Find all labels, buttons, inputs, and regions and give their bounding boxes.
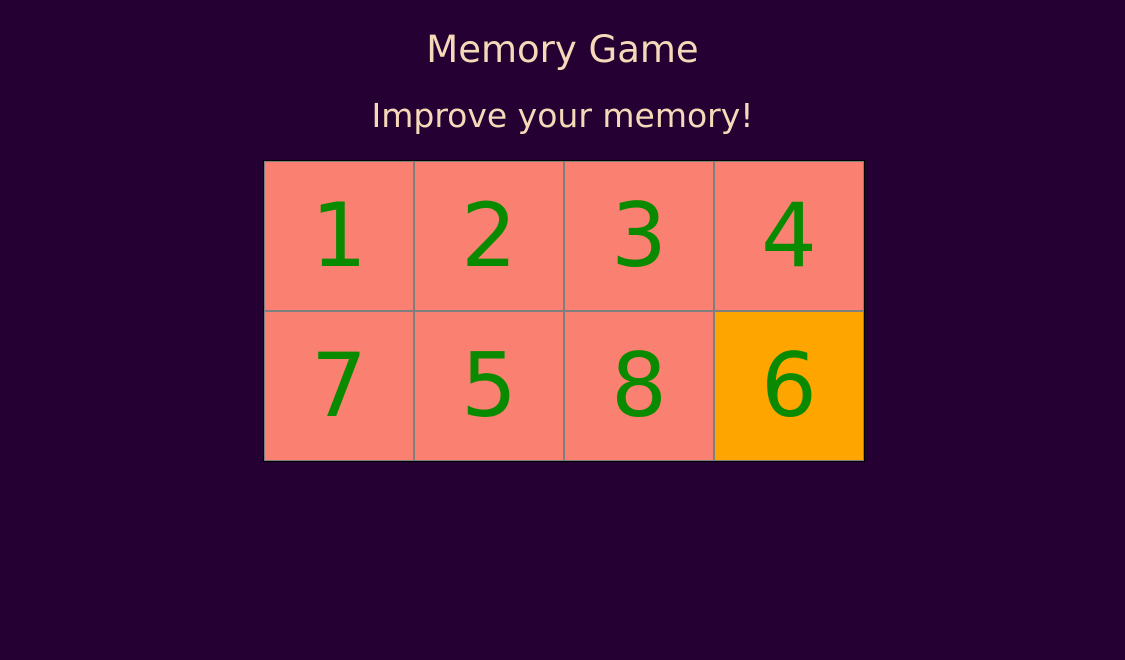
game-subtitle: Improve your memory! <box>371 96 754 135</box>
card-number: 6 <box>761 334 817 437</box>
card-5[interactable]: 7 <box>264 311 414 461</box>
card-2[interactable]: 2 <box>414 161 564 311</box>
card-number: 2 <box>461 184 517 287</box>
card-number: 7 <box>311 334 367 437</box>
card-8[interactable]: 6 <box>714 311 864 461</box>
card-4[interactable]: 4 <box>714 161 864 311</box>
card-7[interactable]: 8 <box>564 311 714 461</box>
card-number: 1 <box>311 184 367 287</box>
card-3[interactable]: 3 <box>564 161 714 311</box>
game-title: Memory Game <box>426 28 699 71</box>
game-board: 1 2 3 4 7 5 8 6 <box>263 160 865 462</box>
card-number: 4 <box>761 184 817 287</box>
card-number: 3 <box>611 184 667 287</box>
card-1[interactable]: 1 <box>264 161 414 311</box>
card-number: 8 <box>611 334 667 437</box>
card-6[interactable]: 5 <box>414 311 564 461</box>
card-number: 5 <box>461 334 517 437</box>
